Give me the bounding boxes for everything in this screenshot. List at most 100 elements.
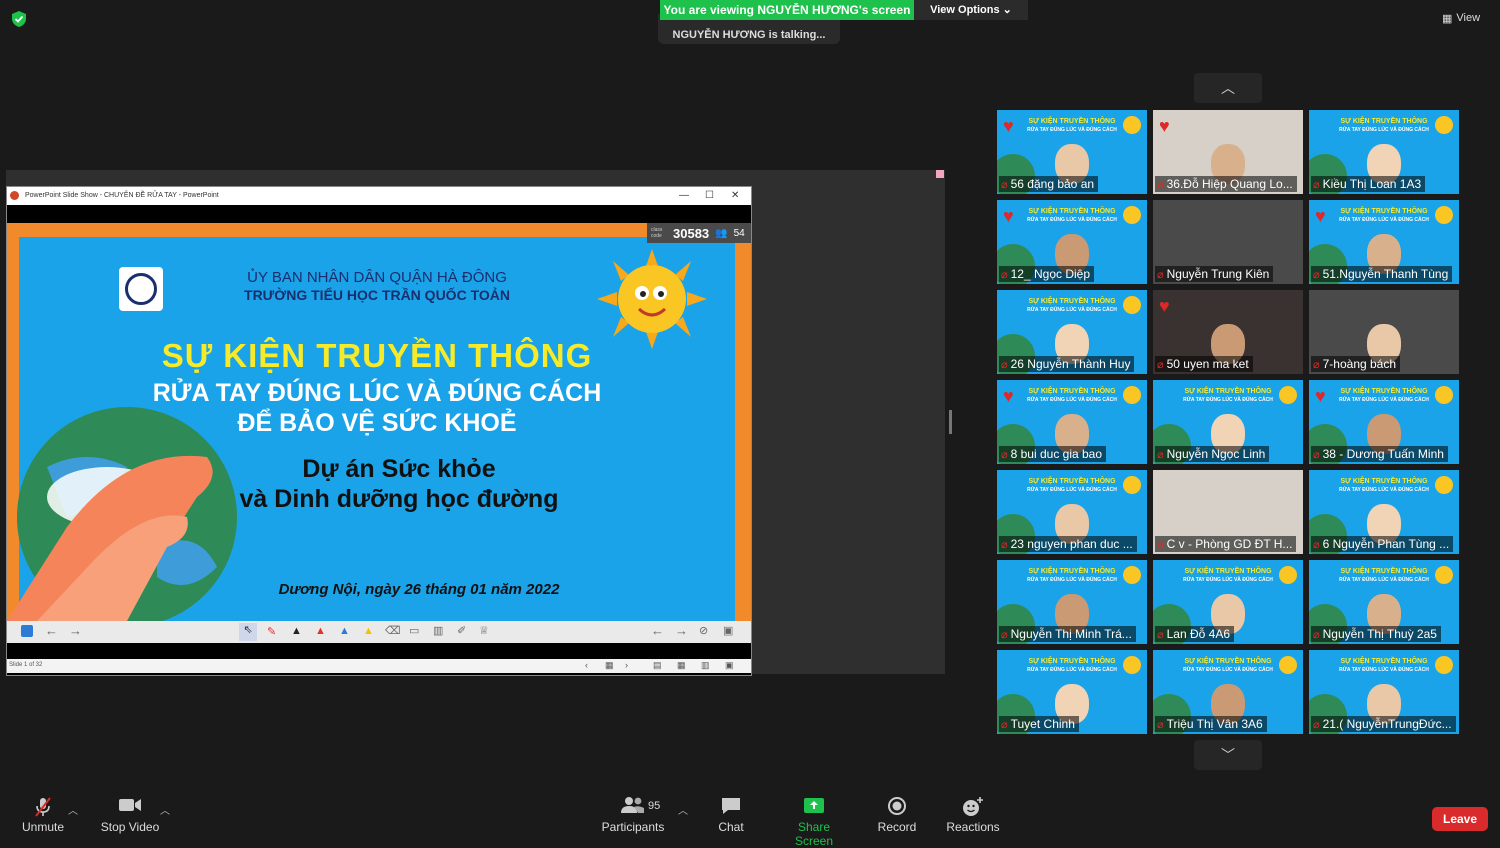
view-button-label: View bbox=[1456, 12, 1481, 24]
mic-muted-icon: ⌀ bbox=[1001, 358, 1008, 371]
panel-resize-handle[interactable] bbox=[949, 410, 952, 434]
participant-tile[interactable]: ⌀ C v - Phòng GD ĐT H... bbox=[1153, 470, 1303, 554]
status-prev-icon[interactable]: ‹ bbox=[585, 660, 588, 670]
participant-name-label: ⌀ Nguyễn Ngọc Linh bbox=[1155, 446, 1270, 462]
participant-tile[interactable]: SỰ KIỆN TRUYỀN THÔNG RỬA TAY ĐÚNG LÚC VÀ … bbox=[1309, 470, 1459, 554]
mic-muted-icon: ⌀ bbox=[1157, 538, 1164, 551]
screen-icon[interactable]: ▣ bbox=[723, 624, 733, 637]
pink-marker bbox=[936, 170, 944, 178]
mic-muted-icon bbox=[18, 796, 68, 820]
share-screen-icon bbox=[778, 796, 850, 820]
chat-button[interactable]: Chat bbox=[714, 796, 748, 834]
minimize-icon[interactable]: — bbox=[679, 190, 689, 201]
leave-button[interactable]: Leave bbox=[1432, 807, 1488, 831]
pen-blue-icon[interactable]: ▲ bbox=[339, 625, 350, 637]
participant-tile[interactable]: SỰ KIỆN TRUYỀN THÔNG RỬA TAY ĐÚNG LÚC VÀ … bbox=[997, 290, 1147, 374]
participant-name: C v - Phòng GD ĐT H... bbox=[1166, 537, 1293, 551]
eraser-icon[interactable]: ⌫ bbox=[385, 624, 401, 637]
tile-sun-illustration bbox=[1279, 656, 1297, 674]
home-icon[interactable] bbox=[21, 625, 33, 637]
participant-name-label: ⌀ 26 Nguyễn Thành Huy bbox=[999, 356, 1135, 372]
participant-tile[interactable]: ⌀ Nguyễn Trung Kiên bbox=[1153, 200, 1303, 284]
slide-subtitle-1: RỬA TAY ĐÚNG LÚC VÀ ĐÚNG CÁCH bbox=[152, 379, 602, 407]
next-slide-icon[interactable]: → bbox=[675, 623, 688, 638]
status-menu-icon[interactable]: ▦ bbox=[605, 660, 614, 671]
participant-tile[interactable]: SỰ KIỆN TRUYỀN THÔNG RỬA TAY ĐÚNG LÚC VÀ … bbox=[1309, 560, 1459, 644]
whiteboard-icon[interactable]: ▭ bbox=[409, 624, 419, 637]
chat-label: Chat bbox=[718, 820, 744, 834]
tile-sun-illustration bbox=[1435, 386, 1453, 404]
reactions-button[interactable]: Reactions bbox=[944, 796, 1002, 834]
pen-black-icon[interactable]: ▲ bbox=[291, 625, 302, 637]
view-options-button[interactable]: View Options ⌄ bbox=[914, 0, 1028, 20]
normal-view-icon[interactable]: ▤ bbox=[653, 660, 662, 671]
participant-name: 12_ Ngọc Diệp bbox=[1010, 267, 1091, 281]
view-button[interactable]: ▦ View bbox=[1442, 8, 1480, 28]
stop-video-button[interactable]: Stop Video bbox=[98, 796, 162, 834]
participant-tile[interactable]: SỰ KIỆN TRUYỀN THÔNG RỬA TAY ĐÚNG LÚC VÀ … bbox=[997, 560, 1147, 644]
participant-name: Lan Đỗ 4A6 bbox=[1166, 627, 1231, 641]
participant-tile[interactable]: SỰ KIỆN TRUYỀN THÔNG RỬA TAY ĐÚNG LÚC VÀ … bbox=[1153, 380, 1303, 464]
participant-tile[interactable]: SỰ KIỆN TRUYỀN THÔNG RỬA TAY ĐÚNG LÚC VÀ … bbox=[1309, 650, 1459, 734]
mic-muted-icon: ⌀ bbox=[1313, 358, 1320, 371]
participant-name-label: ⌀ 23 nguyen phan duc ... bbox=[999, 536, 1137, 552]
trophy-icon[interactable]: ♕ bbox=[479, 624, 489, 637]
maximize-icon[interactable]: ☐ bbox=[705, 190, 714, 201]
tile-sun-illustration bbox=[1435, 476, 1453, 494]
reading-view-icon[interactable]: ▥ bbox=[701, 660, 710, 671]
tile-sun-illustration bbox=[1435, 116, 1453, 134]
laser-pen-icon[interactable]: ✎ bbox=[267, 625, 276, 638]
participant-name-label: ⌀ Nguyễn Thị Thuỳ 2a5 bbox=[1311, 626, 1441, 642]
gallery-scroll-down-button[interactable]: ﹀ bbox=[1194, 740, 1262, 770]
unmute-button[interactable]: Unmute bbox=[18, 796, 68, 834]
participant-name-label: ⌀ 6 Nguyễn Phan Tùng ... bbox=[1311, 536, 1454, 552]
share-screen-button[interactable]: Share Screen bbox=[778, 796, 850, 848]
back-icon[interactable]: ← bbox=[45, 623, 58, 638]
participant-name: 51.Nguyễn Thanh Tùng bbox=[1322, 267, 1449, 281]
participant-name-label: ⌀ Nguyễn Trung Kiên bbox=[1155, 266, 1274, 282]
forward-icon[interactable]: → bbox=[69, 623, 82, 638]
participant-tile[interactable]: SỰ KIỆN TRUYỀN THÔNG RỬA TAY ĐÚNG LÚC VÀ … bbox=[1153, 560, 1303, 644]
participant-tile[interactable]: SỰ KIỆN TRUYỀN THÔNG RỬA TAY ĐÚNG LÚC VÀ … bbox=[1309, 200, 1459, 284]
slideshow-view-icon[interactable]: ▣ bbox=[725, 660, 734, 671]
sorter-view-icon[interactable]: ▦ bbox=[677, 660, 686, 671]
tile-sun-illustration bbox=[1123, 566, 1141, 584]
participant-tile[interactable]: SỰ KIỆN TRUYỀN THÔNG RỬA TAY ĐÚNG LÚC VÀ … bbox=[997, 470, 1147, 554]
highlighter-icon[interactable]: ▲ bbox=[363, 625, 374, 637]
participant-tile[interactable]: SỰ KIỆN TRUYỀN THÔNG RỬA TAY ĐÚNG LÚC VÀ … bbox=[997, 200, 1147, 284]
participants-caret-icon[interactable]: ︿ bbox=[678, 802, 688, 817]
record-icon bbox=[874, 796, 920, 820]
video-options-caret-icon[interactable]: ︿ bbox=[160, 802, 170, 817]
participant-tile[interactable]: SỰ KIỆN TRUYỀN THÔNG RỬA TAY ĐÚNG LÚC VÀ … bbox=[997, 110, 1147, 194]
hide-icon[interactable]: ⊘ bbox=[699, 624, 708, 637]
participant-tile[interactable]: ♥ ⌀ 36.Đỗ Hiệp Quang Lo... bbox=[1153, 110, 1303, 194]
prev-slide-icon[interactable]: ← bbox=[651, 623, 664, 638]
participant-name-label: ⌀ 21.( NguyễnTrungĐức... bbox=[1311, 716, 1456, 732]
participant-tile[interactable]: ⌀ 7-hoàng bách bbox=[1309, 290, 1459, 374]
pen-red-icon[interactable]: ▲ bbox=[315, 625, 326, 637]
tile-sun-illustration bbox=[1435, 566, 1453, 584]
unmute-label: Unmute bbox=[21, 820, 65, 834]
status-next-icon[interactable]: › bbox=[625, 660, 628, 670]
tile-sun-illustration bbox=[1435, 206, 1453, 224]
audio-options-caret-icon[interactable]: ︿ bbox=[68, 802, 78, 817]
slideshow-statusbar: Slide 1 of 32 ‹ ▦ › ▤ ▦ ▥ ▣ bbox=[7, 659, 751, 673]
participant-name: 36.Đỗ Hiệp Quang Lo... bbox=[1166, 177, 1293, 191]
chart-icon[interactable]: ▥ bbox=[433, 624, 443, 637]
participant-tile[interactable]: SỰ KIỆN TRUYỀN THÔNG RỬA TAY ĐÚNG LÚC VÀ … bbox=[997, 650, 1147, 734]
security-shield-icon[interactable] bbox=[10, 10, 28, 28]
participant-tile[interactable]: SỰ KIỆN TRUYỀN THÔNG RỬA TAY ĐÚNG LÚC VÀ … bbox=[1309, 110, 1459, 194]
participant-tile[interactable]: ♥ ⌀ 50 uyen ma ket bbox=[1153, 290, 1303, 374]
participant-tile[interactable]: SỰ KIỆN TRUYỀN THÔNG RỬA TAY ĐÚNG LÚC VÀ … bbox=[1309, 380, 1459, 464]
participant-name: Kiều Thị Loan 1A3 bbox=[1322, 177, 1422, 191]
mic-muted-icon: ⌀ bbox=[1001, 178, 1008, 191]
participant-tile[interactable]: SỰ KIỆN TRUYỀN THÔNG RỬA TAY ĐÚNG LÚC VÀ … bbox=[997, 380, 1147, 464]
participant-tile[interactable]: SỰ KIỆN TRUYỀN THÔNG RỬA TAY ĐÚNG LÚC VÀ … bbox=[1153, 650, 1303, 734]
pointer-tool-icon[interactable]: ⇖ bbox=[239, 623, 257, 641]
record-button[interactable]: Record bbox=[874, 796, 920, 834]
draw-icon[interactable]: ✐ bbox=[457, 624, 466, 637]
gallery-scroll-up-button[interactable]: ︿ bbox=[1194, 73, 1262, 103]
participant-name-label: ⌀ 36.Đỗ Hiệp Quang Lo... bbox=[1155, 176, 1297, 192]
heart-reaction-icon: ♥ bbox=[1315, 386, 1326, 406]
close-icon[interactable]: ✕ bbox=[731, 190, 739, 201]
